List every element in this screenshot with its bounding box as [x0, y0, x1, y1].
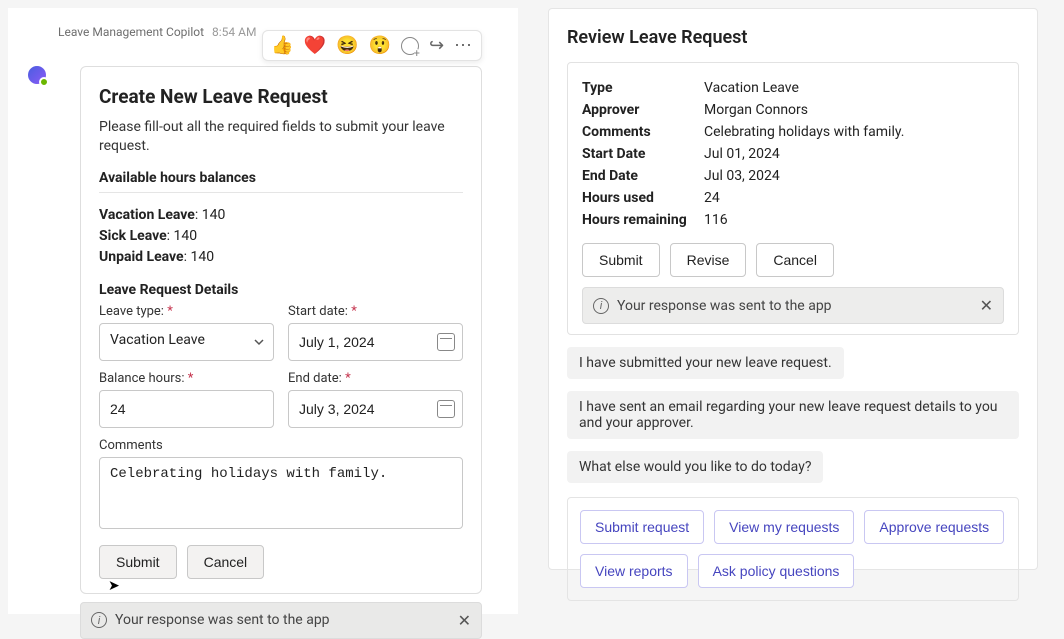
close-icon[interactable]: ✕ [980, 296, 993, 315]
app-name-label: Leave Management Copilot [58, 25, 204, 39]
balance-row-vacation: Vacation Leave: 140 [99, 205, 463, 226]
right-panel: Review Leave Request TypeVacation Leave … [548, 8, 1038, 570]
close-icon[interactable]: ✕ [458, 611, 471, 630]
reply-icon[interactable]: ↩ [429, 35, 444, 56]
review-title: Review Leave Request [567, 27, 1019, 48]
divider [99, 192, 463, 193]
thumbs-up-icon[interactable]: 👍 [271, 35, 293, 56]
row-remain: Hours remaining116 [582, 209, 1004, 231]
balance-row-sick: Sick Leave: 140 [99, 226, 463, 247]
review-status-text: Your response was sent to the app [617, 298, 832, 314]
heart-icon[interactable]: ❤️ [304, 35, 326, 56]
info-icon: i [91, 612, 107, 628]
bot-avatar-icon [26, 64, 48, 86]
quick-submit-request[interactable]: Submit request [580, 510, 704, 544]
calendar-icon[interactable] [437, 333, 455, 351]
reaction-bar: 👍 ❤️ 😆 😲 ↩ ⋯ [262, 30, 482, 61]
row-type: TypeVacation Leave [582, 77, 1004, 99]
quick-ask-policy[interactable]: Ask policy questions [698, 554, 855, 588]
review-status-bar: i Your response was sent to the app ✕ [582, 287, 1004, 324]
start-date-label: Start date: * [288, 304, 463, 319]
status-text: Your response was sent to the app [115, 612, 330, 628]
row-approver: ApproverMorgan Connors [582, 99, 1004, 121]
presence-available-icon [39, 77, 49, 87]
balance-hours-input[interactable] [99, 390, 274, 428]
surprised-icon[interactable]: 😲 [368, 35, 390, 56]
info-icon: i [593, 298, 609, 314]
balance-row-unpaid: Unpaid Leave: 140 [99, 247, 463, 268]
left-panel: 👍 ❤️ 😆 😲 ↩ ⋯ Leave Management Copilot 8:… [8, 8, 518, 614]
review-card: TypeVacation Leave ApproverMorgan Connor… [567, 62, 1019, 335]
avatar [26, 64, 48, 86]
review-submit-button[interactable]: Submit [582, 243, 660, 277]
review-cancel-button[interactable]: Cancel [756, 243, 834, 277]
balance-hours-field: Balance hours: * [99, 371, 274, 428]
cursor-icon: ➤ [108, 578, 120, 594]
create-leave-card: Create New Leave Request Please fill-out… [80, 66, 482, 594]
card-description: Please fill-out all the required fields … [99, 118, 463, 156]
leave-type-field: Leave type: * Vacation Leave [99, 304, 274, 361]
status-bar: i Your response was sent to the app ✕ [80, 602, 482, 639]
end-date-field: End date: * [288, 371, 463, 428]
cancel-button[interactable]: Cancel [187, 545, 265, 579]
more-options-icon[interactable]: ⋯ [454, 35, 473, 56]
quick-view-my-requests[interactable]: View my requests [714, 510, 854, 544]
start-date-field: Start date: * [288, 304, 463, 361]
calendar-icon[interactable] [437, 400, 455, 418]
details-heading: Leave Request Details [99, 282, 463, 298]
row-end: End DateJul 03, 2024 [582, 165, 1004, 187]
bot-message-1: I have submitted your new leave request. [567, 347, 844, 379]
leave-type-label: Leave type: * [99, 304, 274, 319]
row-used: Hours used24 [582, 187, 1004, 209]
card-title: Create New Leave Request [99, 85, 463, 108]
submit-button[interactable]: Submit [99, 545, 177, 579]
bot-message-2: I have sent an email regarding your new … [567, 391, 1019, 439]
comments-label: Comments [99, 438, 463, 453]
quick-view-reports[interactable]: View reports [580, 554, 688, 588]
quick-actions-card: Submit request View my requests Approve … [567, 497, 1019, 601]
leave-type-select[interactable]: Vacation Leave [99, 323, 274, 361]
row-comments: CommentsCelebrating holidays with family… [582, 121, 1004, 143]
row-start: Start DateJul 01, 2024 [582, 143, 1004, 165]
balance-hours-label: Balance hours: * [99, 371, 274, 386]
bot-message-3: What else would you like to do today? [567, 451, 823, 483]
balances-list: Vacation Leave: 140 Sick Leave: 140 Unpa… [99, 205, 463, 268]
laugh-icon[interactable]: 😆 [336, 35, 358, 56]
balances-heading: Available hours balances [99, 170, 463, 186]
comments-textarea[interactable] [99, 457, 463, 529]
quick-approve-requests[interactable]: Approve requests [864, 510, 1004, 544]
timestamp-label: 8:54 AM [212, 25, 256, 39]
add-reaction-icon[interactable] [401, 37, 419, 55]
review-revise-button[interactable]: Revise [670, 243, 747, 277]
end-date-label: End date: * [288, 371, 463, 386]
